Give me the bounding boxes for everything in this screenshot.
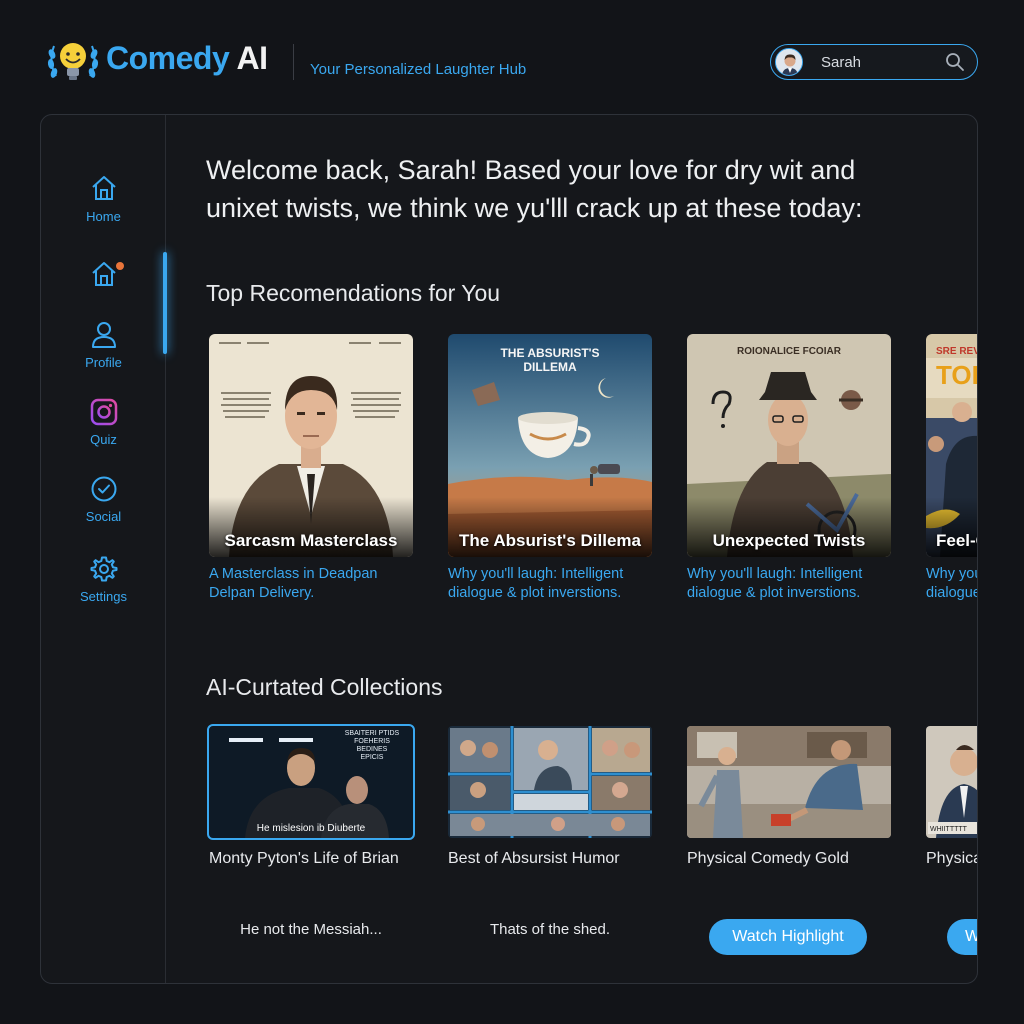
recommendation-reason: A Masterclass in Deadpan Delpan Delivery… bbox=[209, 565, 413, 603]
gear-icon bbox=[90, 556, 117, 582]
sidebar-item-label: Home bbox=[86, 209, 121, 224]
poster-text-line: DILLEMA bbox=[523, 360, 577, 374]
collection-quote: He not the Messiah... bbox=[240, 921, 382, 938]
poster-title-text: ROIONALICE FCOIAR bbox=[737, 346, 841, 357]
collection-thumbnail[interactable]: SBAITERI PTIDS FOEHERIS BEDINES EPICIS He m… bbox=[207, 724, 415, 840]
user-name: Sarah bbox=[821, 54, 862, 71]
movie-poster[interactable]: SRE REVSE TOI Feel-G bbox=[926, 334, 978, 557]
reason-line: Why you'll laugh: Intelligent bbox=[448, 566, 624, 582]
collection-thumbnail[interactable] bbox=[448, 726, 652, 838]
collection-title: Monty Pyton's Life of Brian bbox=[209, 850, 399, 867]
poster-title-text: THE ABSURIST'S DILLEMA bbox=[448, 346, 652, 374]
recommendation-reason: Why you dialogue bbox=[926, 565, 978, 603]
movie-poster[interactable]: Sarcasm Masterclass bbox=[209, 334, 413, 557]
reason-line: Why you'll laugh: Intelligent bbox=[687, 566, 863, 582]
collection-quote: Thats of the shed. bbox=[489, 921, 611, 938]
reason-line: Why you bbox=[926, 566, 978, 582]
brand-name: Comedy bbox=[106, 40, 230, 76]
sidebar-item-quiz[interactable]: Quiz bbox=[41, 398, 166, 447]
recommendation-card[interactable]: ROIONALICE FCOIAR Unexpected Twists Why … bbox=[687, 334, 891, 603]
recommendation-reason: Why you'll laugh: Intelligent dialogue &… bbox=[687, 565, 891, 603]
collection-title: Best of Absursist Humor bbox=[448, 850, 620, 867]
welcome-message: Welcome back, Sarah! Based your love for… bbox=[206, 151, 926, 227]
sidebar: Home Profile Quiz Social Settings bbox=[41, 115, 167, 983]
poster-text-line: THE ABSURIST'S bbox=[500, 346, 600, 360]
sidebar-item-settings[interactable]: Settings bbox=[41, 555, 166, 604]
reason-line: dialogue & plot inverstions. bbox=[687, 585, 861, 601]
movie-title: The Absurist's Dillema bbox=[459, 531, 641, 550]
movie-title: Unexpected Twists bbox=[712, 531, 866, 550]
main-panel: Home Profile Quiz Social Settings Welcom… bbox=[40, 114, 978, 984]
poster-title-text: SRE REVSE bbox=[936, 346, 977, 357]
recommendations-heading: Top Recomendations for You bbox=[206, 280, 501, 306]
sidebar-item-label: Profile bbox=[85, 355, 122, 370]
welcome-line-2: unixet twists, we think we yu'lll crack … bbox=[206, 193, 863, 223]
collection-thumbnail[interactable] bbox=[687, 726, 891, 838]
movie-title: Feel-G bbox=[936, 531, 977, 550]
recommendation-reason: Why you'll laugh: Intelligent dialogue &… bbox=[448, 565, 652, 603]
movie-title: Sarcasm Masterclass bbox=[224, 531, 398, 550]
user-search-bar[interactable]: Sarah bbox=[770, 44, 978, 80]
thumbnail-corner-text: SBAITERI PTIDS FOEHERIS BEDINES EPICIS bbox=[344, 730, 400, 761]
sidebar-item-social[interactable]: Social bbox=[41, 475, 166, 524]
welcome-line-1: Welcome back, Sarah! Based your love for… bbox=[206, 155, 856, 185]
sidebar-item-label: Settings bbox=[80, 589, 127, 604]
check-circle-icon bbox=[91, 476, 116, 502]
lightbulb-laurel-icon bbox=[46, 36, 100, 86]
search-icon[interactable] bbox=[945, 52, 965, 72]
recommendation-card[interactable]: THE ABSURIST'S DILLEMA The Absurist's Di… bbox=[448, 334, 652, 603]
sidebar-item-home[interactable]: Home bbox=[41, 173, 166, 224]
brand-suffix: AI bbox=[236, 40, 268, 76]
reason-line: Delpan Delivery. bbox=[209, 585, 315, 601]
main-content: Welcome back, Sarah! Based your love for… bbox=[206, 115, 978, 983]
reason-line: dialogue bbox=[926, 585, 978, 601]
recommendation-card[interactable]: SRE REVSE TOI Feel-G Why you dialogue bbox=[926, 334, 978, 603]
collection-thumbnail[interactable]: WHIITTTTT bbox=[926, 726, 977, 838]
sidebar-item-label: Quiz bbox=[90, 432, 117, 447]
collections-heading: AI-Curtated Collections bbox=[206, 674, 443, 700]
sidebar-item-label: Social bbox=[85, 509, 122, 524]
poster-title-text: TOI bbox=[936, 360, 978, 390]
reason-line: A Masterclass in Deadpan bbox=[209, 566, 378, 582]
header-divider bbox=[293, 44, 294, 80]
watch-highlight-button[interactable]: Watch Highlight bbox=[709, 919, 867, 955]
watch-highlight-button[interactable]: W bbox=[947, 919, 977, 955]
collection-title: Physica bbox=[926, 850, 978, 867]
sidebar-item-home-alerts[interactable] bbox=[41, 259, 166, 289]
collection-card[interactable]: SBAITERI PTIDS FOEHERIS BEDINES EPICIS He m… bbox=[207, 724, 415, 868]
app-logo[interactable]: Comedy AI bbox=[106, 40, 268, 77]
reason-line: dialogue & plot inverstions. bbox=[448, 585, 622, 601]
notification-dot bbox=[116, 262, 124, 270]
home-notification-icon bbox=[91, 262, 116, 286]
app-header: Comedy AI Your Personalized Laughter Hub… bbox=[0, 0, 1024, 112]
movie-poster[interactable]: ROIONALICE FCOIAR Unexpected Twists bbox=[687, 334, 891, 557]
camera-icon bbox=[90, 398, 117, 426]
home-icon bbox=[91, 176, 116, 200]
collection-card[interactable]: Physical Comedy Gold bbox=[687, 726, 891, 868]
app-tagline: Your Personalized Laughter Hub bbox=[310, 61, 527, 78]
sidebar-item-profile[interactable]: Profile bbox=[41, 321, 166, 370]
recommendation-card[interactable]: Sarcasm Masterclass A Masterclass in Dea… bbox=[209, 334, 413, 603]
collection-card[interactable]: WHIITTTTT Physica bbox=[926, 726, 978, 868]
user-icon bbox=[91, 322, 116, 348]
avatar[interactable] bbox=[775, 48, 803, 76]
collection-card[interactable]: Best of Absursist Humor bbox=[448, 726, 652, 868]
movie-poster[interactable]: THE ABSURIST'S DILLEMA The Absurist's Di… bbox=[448, 334, 652, 557]
collection-title: Physical Comedy Gold bbox=[687, 850, 849, 867]
thumbnail-caption: WHIITTTTT bbox=[930, 826, 967, 833]
subtitle-caption: He mislesion ib Diuberte bbox=[256, 823, 366, 834]
